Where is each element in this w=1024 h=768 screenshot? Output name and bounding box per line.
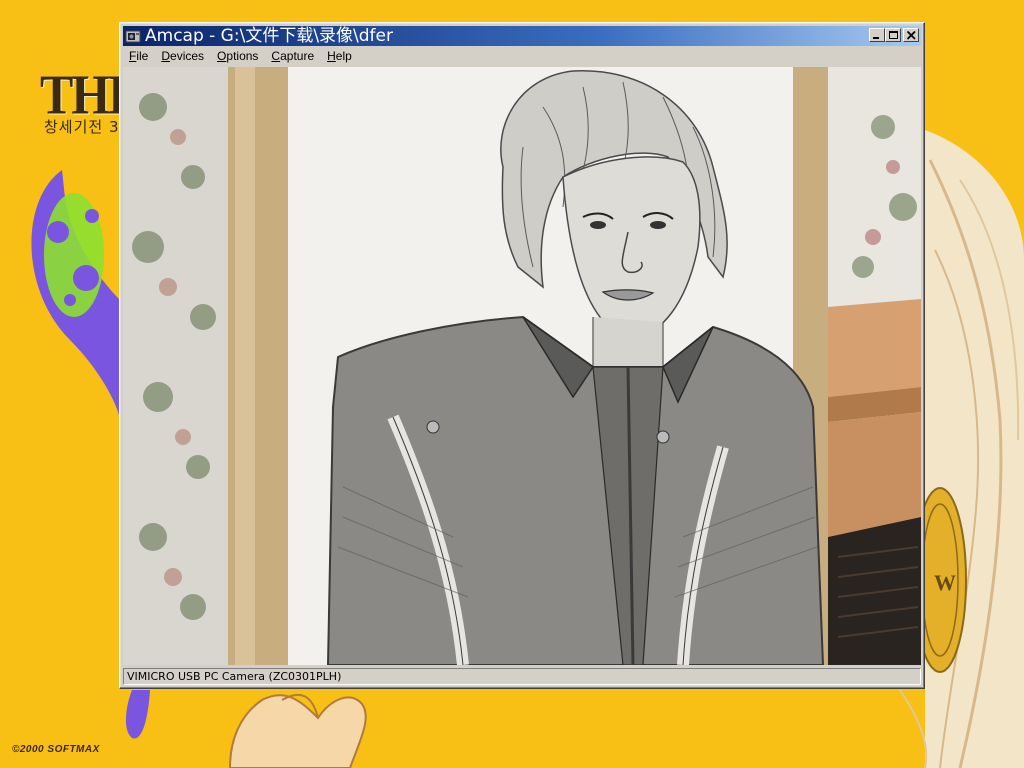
minimize-button[interactable] <box>869 28 885 42</box>
wallpaper-copyright: ©2000 SOFTMAX <box>12 744 100 755</box>
menu-bar: File Devices Options Capture Help <box>123 47 921 65</box>
close-icon <box>907 31 916 40</box>
close-button[interactable] <box>903 28 919 42</box>
svg-text:W: W <box>934 570 956 595</box>
minimize-icon <box>873 37 879 39</box>
amcap-window[interactable]: Amcap - G:\文件下载\录像\dfer File Devices Opt… <box>119 22 925 689</box>
maximize-icon <box>889 31 898 39</box>
camera-icon[interactable] <box>125 28 141 44</box>
maximize-button[interactable] <box>885 28 901 42</box>
menu-help[interactable]: Help <box>321 47 359 65</box>
title-bar[interactable]: Amcap - G:\文件下载\录像\dfer <box>123 26 921 46</box>
menu-devices[interactable]: Devices <box>155 47 211 65</box>
sketch-portrait-image <box>123 67 921 665</box>
wallpaper-subtitle: 창세기전 3 <box>44 118 120 136</box>
menu-file-rest: ile <box>136 49 149 63</box>
menu-capture[interactable]: Capture <box>265 47 321 65</box>
menu-file[interactable]: File <box>123 47 155 65</box>
status-bar: VIMICRO USB PC Camera (ZC0301PLH) <box>123 668 921 685</box>
camera-preview <box>123 67 921 665</box>
window-title: Amcap - G:\文件下载\录像\dfer <box>145 26 393 46</box>
menu-options[interactable]: Options <box>211 47 265 65</box>
